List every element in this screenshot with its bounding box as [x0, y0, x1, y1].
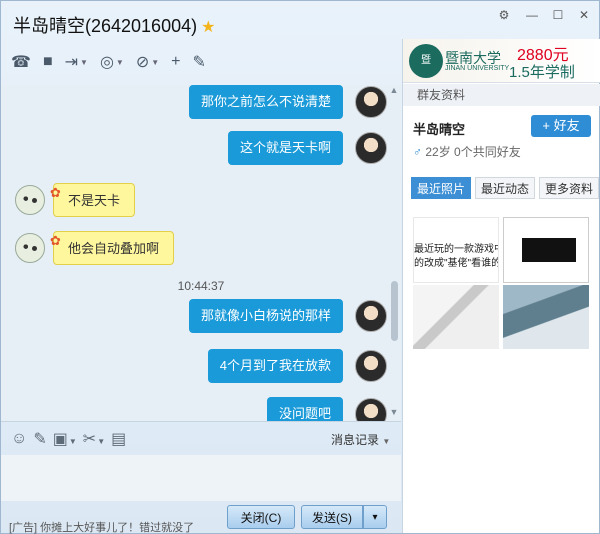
panel-header: 群友资料: [403, 84, 600, 106]
video-call-button[interactable]: ■: [39, 50, 57, 74]
app-button[interactable]: ◎ ▼: [96, 50, 128, 74]
message-text: 他会自动叠加啊: [68, 241, 160, 256]
comment-icon: ✎: [192, 54, 206, 71]
photo-caption: 的改成"基佬"看谁的: [414, 258, 499, 269]
chevron-up-icon[interactable]: ▲: [389, 85, 399, 95]
bubble-decoration-icon: ✿: [50, 233, 61, 248]
chat-toolbar: ☎ ■ ⇥ ▼ ◎ ▼ ⊘ ▼ + ✎: [7, 49, 210, 75]
photo-thumbnail[interactable]: [503, 285, 589, 349]
message-bubble[interactable]: 4个月到了我在放款: [207, 349, 343, 383]
avatar[interactable]: [355, 300, 387, 332]
message-bubble[interactable]: ✿ 不是天卡: [50, 183, 136, 217]
school-subtitle: JINAN UNIVERSITY: [445, 65, 510, 72]
file-transfer-button[interactable]: ⇥ ▼: [61, 50, 92, 74]
message-item: ✿ 他会自动叠加啊: [15, 231, 175, 265]
ad-plan: 1.5年学制: [509, 64, 575, 81]
photo-caption: 最近玩的一款游戏中: [414, 244, 499, 255]
message-bubble[interactable]: 这个就是天卡啊: [227, 131, 343, 165]
scissors-icon[interactable]: ✂▼: [83, 429, 105, 449]
bubble-decoration-icon: ✿: [50, 185, 61, 200]
close-button[interactable]: 关闭(C): [227, 505, 295, 529]
chat-window: 半岛晴空(2642016004) ★ ⚙ — ☐ ✕ ☎ ■ ⇥ ▼ ◎ ▼ ⊘ ▼ +…: [0, 0, 600, 534]
avatar[interactable]: [355, 350, 387, 382]
avatar[interactable]: [15, 185, 45, 215]
message-bubble[interactable]: 那你之前怎么不说清楚: [188, 85, 343, 119]
message-item: ✿ 不是天卡: [15, 183, 136, 217]
ad-banner[interactable]: 暨 暨南大学 JINAN UNIVERSITY 2880元 1.5年学制: [403, 39, 600, 83]
avatar[interactable]: [355, 86, 387, 118]
message-history-button[interactable]: 消息记录 ▼: [331, 431, 390, 448]
block-user-button[interactable]: ⊘ ▼: [132, 50, 163, 74]
chevron-down-icon: ▼: [151, 57, 160, 67]
message-list[interactable]: 那你之前怎么不说清楚 这个就是天卡啊 ✿ 不是天卡 ✿ 他会自动叠加啊 10:4…: [1, 85, 401, 421]
male-icon: ♂: [413, 145, 422, 159]
message-timestamp: 10:44:37: [177, 279, 225, 293]
settings-icon[interactable]: ⚙: [495, 8, 513, 22]
emoji-icon[interactable]: ☺: [11, 430, 27, 448]
add-friend-label: 好友: [553, 118, 580, 133]
maximize-button[interactable]: ☐: [549, 8, 567, 22]
profile-info: ♂ 22岁 0个共同好友: [413, 143, 521, 160]
title-bar: 半岛晴空(2642016004) ★ ⚙ — ☐ ✕: [1, 1, 599, 43]
block-user-icon: ⊘: [135, 54, 150, 71]
avatar[interactable]: [355, 132, 387, 164]
phone-icon: ☎: [11, 54, 31, 71]
send-options-button[interactable]: ▾: [363, 505, 387, 529]
chevron-down-icon: ▼: [382, 437, 391, 446]
photo-thumbnail[interactable]: [413, 285, 499, 349]
tab-recent-photos[interactable]: 最近照片: [411, 177, 471, 199]
photo-thumbnail[interactable]: [503, 217, 589, 283]
window-title: 半岛晴空(2642016004) ★: [13, 12, 215, 38]
image-icon[interactable]: ▣▼: [53, 429, 77, 449]
avatar[interactable]: [355, 398, 387, 421]
profile-tabs: 最近照片 最近动态 更多资料: [411, 177, 599, 199]
message-input[interactable]: [1, 455, 401, 501]
chevron-down-icon: ▼: [80, 57, 88, 67]
message-history-label: 消息记录: [331, 433, 380, 447]
chevron-down-icon[interactable]: ▼: [389, 407, 399, 417]
message-bubble[interactable]: ✿ 他会自动叠加啊: [50, 231, 175, 265]
app-icon: ◎: [99, 54, 114, 71]
message-item: 4个月到了我在放款: [207, 349, 387, 383]
minimize-button[interactable]: —: [523, 8, 541, 22]
pen-icon[interactable]: ✎: [33, 429, 46, 449]
message-bubble[interactable]: 没问题吧: [266, 397, 343, 421]
profile-name: 半岛晴空: [413, 122, 466, 137]
scroll-thumb[interactable]: [391, 281, 398, 341]
tab-more-info[interactable]: 更多资料: [539, 177, 599, 199]
ad-text[interactable]: [广告] 你摊上大好事儿了！错过就没了: [9, 519, 194, 534]
message-bubble[interactable]: 那就像小白杨说的那样: [188, 299, 343, 333]
avatar[interactable]: [15, 233, 45, 263]
chevron-down-icon: ▼: [115, 57, 124, 67]
photo-thumbnail[interactable]: 最近玩的一款游戏中 的改成"基佬"看谁的: [413, 217, 499, 283]
profile-info-text: 22岁 0个共同好友: [425, 145, 521, 159]
message-item: 这个就是天卡啊: [227, 131, 387, 165]
message-item: 没问题吧: [266, 397, 387, 421]
tab-recent-activity[interactable]: 最近动态: [475, 177, 535, 199]
star-icon: ★: [201, 19, 216, 36]
side-panel: 暨 暨南大学 JINAN UNIVERSITY 2880元 1.5年学制 群友资…: [402, 39, 600, 533]
message-text: 不是天卡: [68, 193, 121, 208]
window-title-text: 半岛晴空(2642016004): [13, 16, 198, 36]
school-logo-icon: 暨: [409, 44, 443, 78]
message-item: 那就像小白杨说的那样: [188, 299, 387, 333]
video-icon: ■: [42, 53, 53, 70]
voice-call-button[interactable]: ☎: [7, 50, 35, 74]
close-window-button[interactable]: ✕: [575, 8, 593, 22]
comment-button[interactable]: ✎: [189, 50, 210, 74]
plus-icon: +: [542, 118, 550, 133]
chat-scrollbar[interactable]: ▲ ▼: [389, 85, 399, 421]
add-friend-button[interactable]: + 好友: [531, 115, 591, 137]
history-box-icon[interactable]: ▤: [111, 429, 126, 449]
file-transfer-icon: ⇥: [64, 54, 79, 71]
add-user-button[interactable]: +: [167, 50, 184, 74]
message-item: 那你之前怎么不说清楚: [188, 85, 387, 119]
add-user-icon: +: [171, 53, 181, 70]
send-button[interactable]: 发送(S): [301, 505, 363, 529]
